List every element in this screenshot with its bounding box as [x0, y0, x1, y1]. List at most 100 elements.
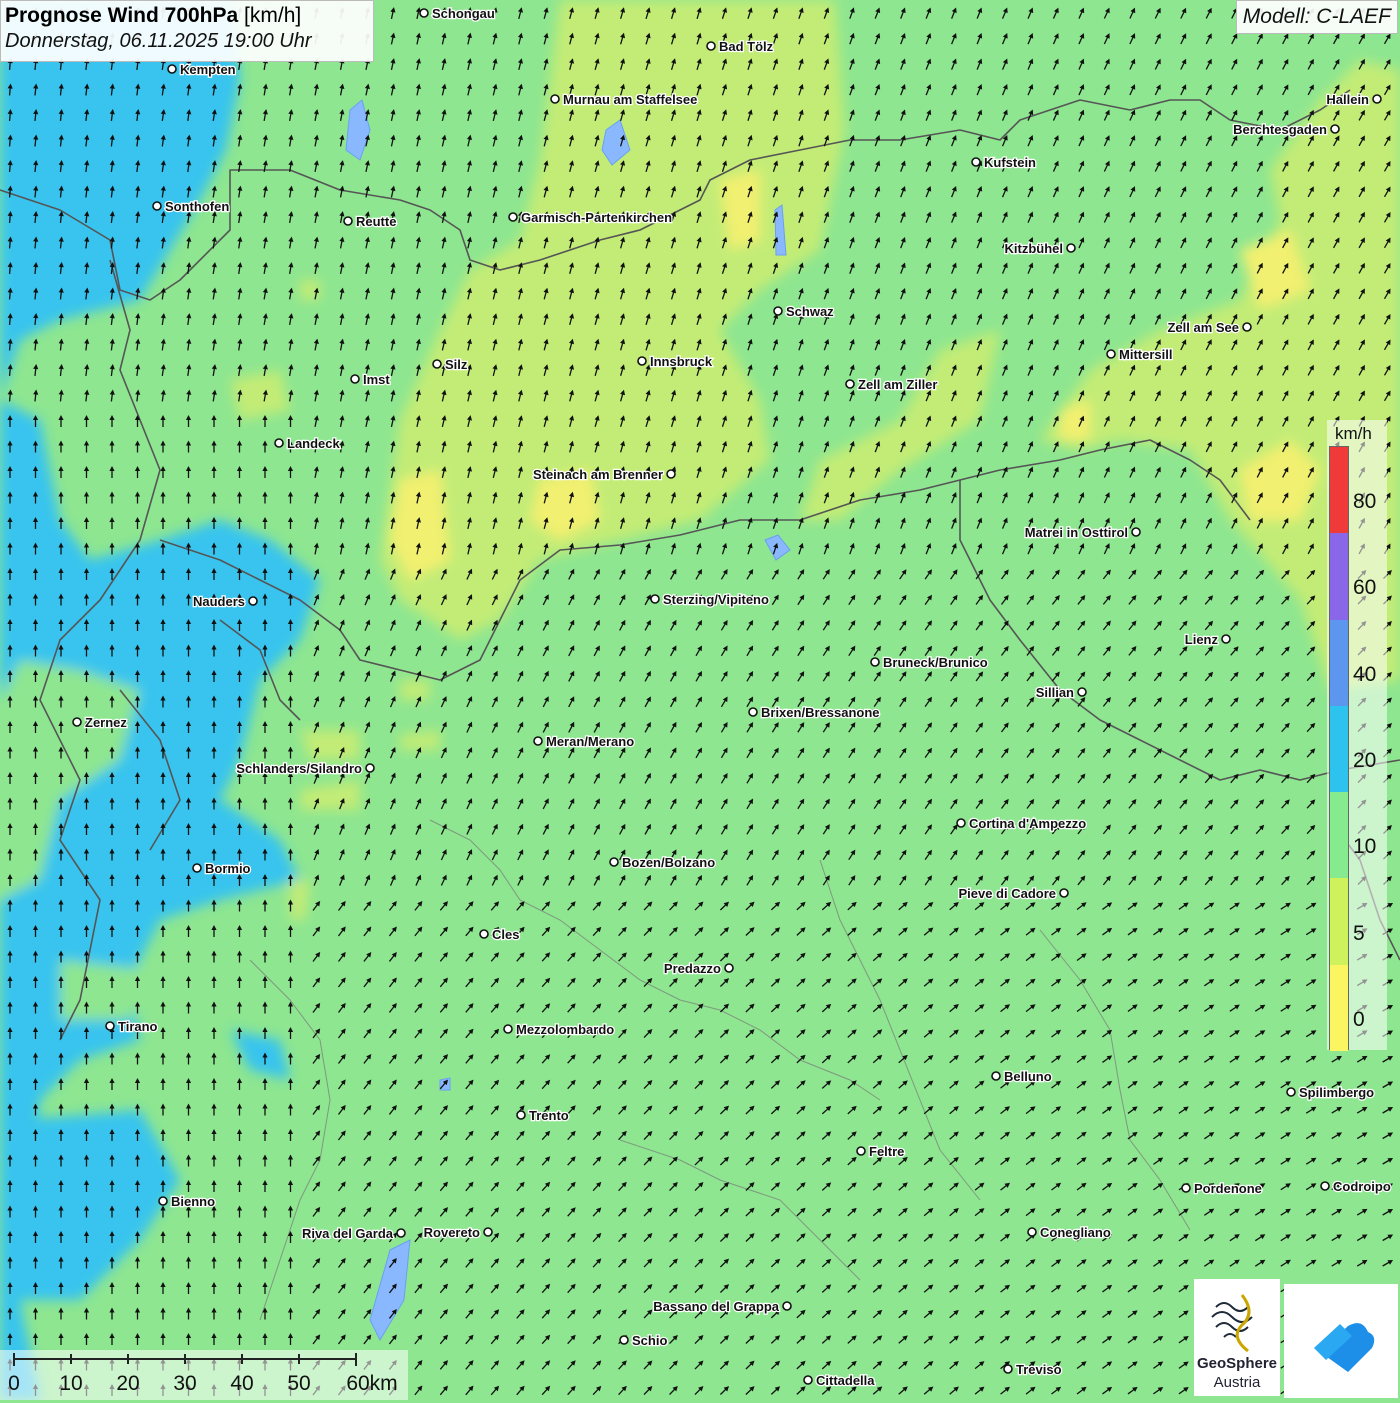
place-label: Cles	[492, 927, 519, 942]
place-marker[interactable]: Murnau am Staffelsee	[551, 92, 697, 107]
place-marker[interactable]: Sterzing/Vipiteno	[651, 592, 769, 607]
place-label: Sterzing/Vipiteno	[663, 592, 769, 607]
place-marker[interactable]: Steinach am Brenner	[533, 467, 675, 482]
place-dot	[433, 360, 441, 368]
cloud-arrow-icon	[1284, 1284, 1398, 1398]
geosphere-name: GeoSphere	[1194, 1355, 1280, 1372]
place-label: Feltre	[869, 1144, 904, 1159]
place-dot	[1067, 244, 1075, 252]
place-label: Schio	[632, 1333, 667, 1348]
place-marker[interactable]: Bruneck/Brunico	[871, 655, 988, 670]
place-dot	[1222, 635, 1230, 643]
forecast-datetime: Donnerstag, 06.11.2025 19:00 Uhr	[5, 30, 369, 53]
light-wind-zone	[300, 730, 360, 760]
place-marker[interactable]: Innsbruck	[638, 354, 713, 369]
place-label: Schongau	[432, 6, 495, 21]
place-dot	[153, 202, 161, 210]
color-legend: km/h 806040201050	[1327, 420, 1387, 1050]
place-label: Landeck	[287, 436, 341, 451]
place-label: Steinach am Brenner	[533, 467, 663, 482]
legend-label: 0	[1353, 1008, 1365, 1032]
place-marker[interactable]: Mezzolombardo	[504, 1022, 614, 1037]
place-label: Bad Tölz	[719, 39, 774, 54]
place-dot	[1132, 528, 1140, 536]
wind-map[interactable]: SchongauBad TölzKemptenMurnau am Staffel…	[0, 0, 1400, 1400]
place-marker[interactable]: Garmisch-Partenkirchen	[509, 210, 672, 225]
place-label: Berchtesgaden	[1233, 122, 1327, 137]
legend-label: 40	[1353, 663, 1376, 687]
place-label: Imst	[363, 372, 390, 387]
place-dot	[534, 737, 542, 745]
title-box: Prognose Wind 700hPa [km/h] Donnerstag, …	[0, 0, 374, 62]
place-marker[interactable]: Zell am Ziller	[846, 377, 937, 392]
place-dot	[509, 213, 517, 221]
legend-label: 5	[1353, 922, 1365, 946]
place-label: Garmisch-Partenkirchen	[521, 210, 672, 225]
place-marker[interactable]: Pieve di Cadore	[958, 886, 1068, 901]
place-label: Treviso	[1016, 1362, 1062, 1377]
geosphere-logo[interactable]: GeoSphere Austria	[1194, 1279, 1280, 1396]
place-dot	[1321, 1182, 1329, 1190]
geosphere-country: Austria	[1194, 1374, 1280, 1391]
legend-label: 20	[1353, 749, 1376, 773]
place-label: Bormio	[205, 861, 251, 876]
place-label: Pieve di Cadore	[958, 886, 1056, 901]
place-marker[interactable]: Meran/Merano	[534, 734, 634, 749]
place-dot	[774, 307, 782, 315]
place-dot	[480, 930, 488, 938]
place-dot	[804, 1376, 812, 1384]
place-label: Innsbruck	[650, 354, 713, 369]
place-dot	[420, 9, 428, 17]
place-dot	[1331, 125, 1339, 133]
place-marker[interactable]: Brixen/Bressanone	[749, 705, 880, 720]
place-marker[interactable]: Spilimbergo	[1287, 1085, 1374, 1100]
place-label: Mittersill	[1119, 347, 1172, 362]
place-label: Meran/Merano	[546, 734, 634, 749]
scale-label-60: 60km	[346, 1372, 397, 1396]
place-marker[interactable]: Schlanders/Silandro	[236, 761, 374, 776]
place-label: Pordenone	[1194, 1181, 1262, 1196]
place-dot	[857, 1147, 865, 1155]
place-marker[interactable]: Riva del Garda	[302, 1226, 405, 1241]
place-marker[interactable]: Zell am See	[1167, 320, 1251, 335]
place-dot	[846, 380, 854, 388]
legend-segment	[1330, 878, 1348, 964]
weather-app-logo[interactable]	[1284, 1284, 1398, 1398]
place-marker[interactable]: Schongau	[420, 6, 495, 21]
place-marker[interactable]: Berchtesgaden	[1233, 122, 1339, 137]
place-label: Mezzolombardo	[516, 1022, 614, 1037]
place-label: Codroipo	[1333, 1179, 1391, 1194]
place-label: Bozen/Bolzano	[622, 855, 715, 870]
place-dot	[1243, 323, 1251, 331]
geosphere-emblem-icon	[1194, 1285, 1280, 1357]
place-dot	[972, 158, 980, 166]
place-label: Reutte	[356, 214, 396, 229]
place-dot	[366, 764, 374, 772]
legend-segment	[1330, 533, 1348, 619]
place-marker[interactable]: Bassano del Grappa	[653, 1299, 791, 1314]
place-dot	[707, 42, 715, 50]
legend-segment	[1330, 447, 1348, 533]
place-marker[interactable]: Conegliano	[1028, 1225, 1111, 1240]
place-label: Bienno	[171, 1194, 215, 1209]
scale-label-30: 30	[173, 1372, 196, 1396]
place-marker[interactable]: Cortina d'Ampezzo	[957, 816, 1086, 831]
legend-segment	[1330, 792, 1348, 878]
place-marker[interactable]: Matrei in Osttirol	[1025, 525, 1140, 540]
place-marker[interactable]: Bozen/Bolzano	[610, 855, 715, 870]
place-dot	[517, 1111, 525, 1119]
place-marker[interactable]: Sonthofen	[153, 199, 229, 214]
legend-label: 80	[1353, 490, 1376, 514]
title-bold: Prognose Wind 700hPa	[5, 4, 238, 27]
place-label: Matrei in Osttirol	[1025, 525, 1128, 540]
place-dot	[1060, 889, 1068, 897]
place-label: Predazzo	[664, 961, 721, 976]
place-label: Murnau am Staffelsee	[563, 92, 697, 107]
place-label: Bassano del Grappa	[653, 1299, 779, 1314]
place-dot	[620, 1336, 628, 1344]
place-marker[interactable]: Pordenone	[1182, 1181, 1262, 1196]
place-label: Conegliano	[1040, 1225, 1111, 1240]
legend-segment	[1330, 965, 1348, 1051]
place-label: Bruneck/Brunico	[883, 655, 988, 670]
scale-label-10: 10	[59, 1372, 82, 1396]
